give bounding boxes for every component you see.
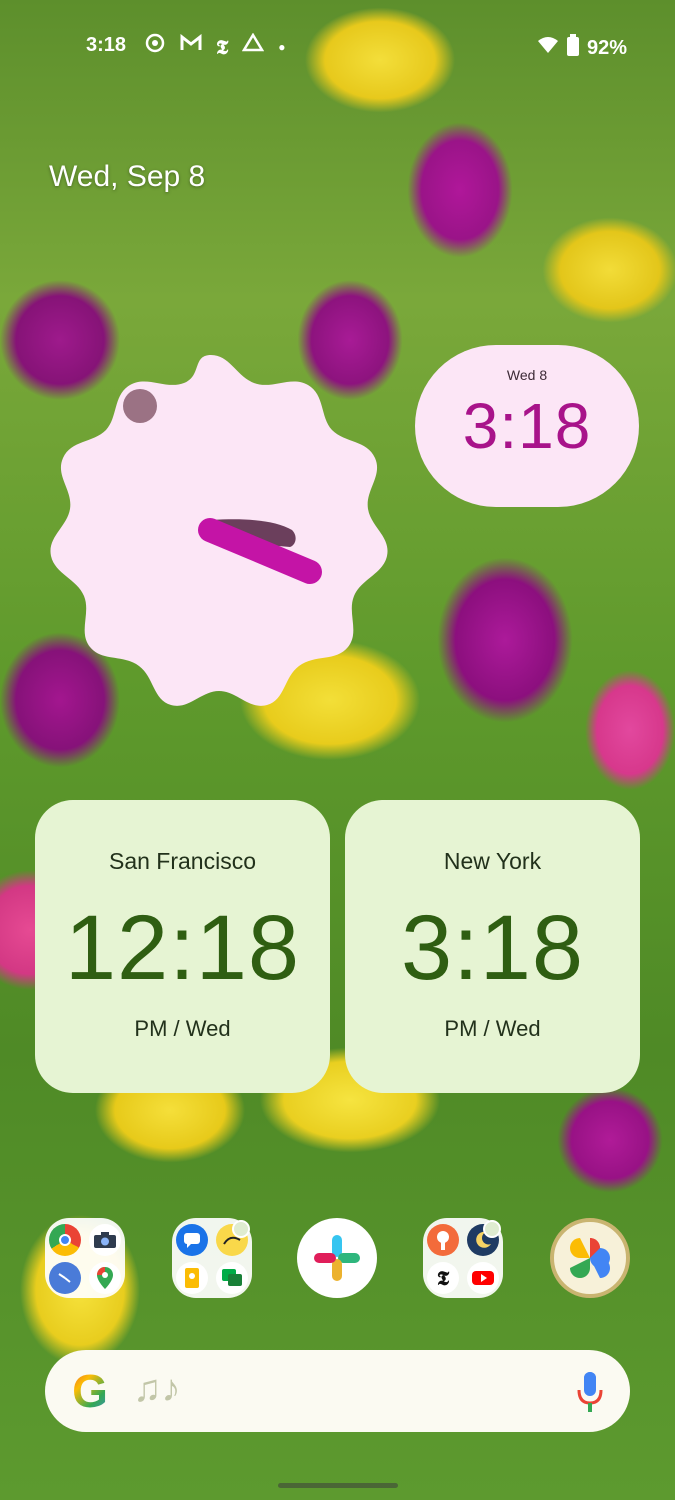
- battery-percent: 92%: [586, 36, 627, 59]
- dot-icon: ●: [278, 39, 286, 54]
- chrome-icon: [49, 1224, 81, 1256]
- gmail-icon: [180, 33, 202, 59]
- digital-clock-widget[interactable]: Wed 8 3:18: [415, 345, 639, 507]
- camera-icon: [89, 1224, 121, 1256]
- home-date[interactable]: Wed, Sep 8: [49, 160, 205, 194]
- wifi-icon: [537, 35, 559, 61]
- app-folder-2[interactable]: [172, 1218, 252, 1298]
- status-time: 3:18: [86, 34, 127, 56]
- photos-icon: [570, 1238, 610, 1278]
- screen-record-icon: [144, 32, 166, 61]
- status-right: 92%: [537, 34, 627, 62]
- maps-icon: [89, 1262, 121, 1294]
- status-bar: 3:18 𝕿 ● 92%: [0, 30, 675, 62]
- slack-app[interactable]: [297, 1218, 377, 1298]
- youtube-icon: [467, 1262, 499, 1294]
- folder-badge-icon: [232, 1220, 250, 1238]
- world-clock-city: San Francisco: [108, 848, 256, 874]
- world-clock-city: New York: [443, 848, 542, 874]
- google-logo-icon[interactable]: G: [65, 1366, 115, 1416]
- analog-clock-widget[interactable]: [30, 350, 392, 712]
- app-folder-3[interactable]: 𝕿: [423, 1218, 503, 1298]
- home-indicator[interactable]: [278, 1483, 398, 1488]
- app-folder-1[interactable]: [45, 1218, 125, 1298]
- world-clock-time: 3:18: [400, 897, 585, 999]
- music-search-icon[interactable]: ♫♪: [133, 1368, 181, 1411]
- podcast-icon: [427, 1224, 459, 1256]
- digital-clock-time: 3:18: [462, 390, 592, 462]
- photos-app[interactable]: [550, 1218, 630, 1298]
- messages-icon: [176, 1224, 208, 1256]
- nyt-icon: 𝕿: [216, 34, 229, 59]
- keep-icon: [176, 1262, 208, 1294]
- world-clock-time: 12:18: [64, 897, 301, 999]
- folder-badge-icon: [483, 1220, 501, 1238]
- notification-icons: 𝕿 ●: [144, 32, 286, 61]
- clock-icon: [49, 1262, 81, 1294]
- chat-icon: [216, 1262, 248, 1294]
- world-clock-san-francisco[interactable]: San Francisco 12:18 PM / Wed: [35, 800, 330, 1093]
- clock-second-dot: [123, 389, 157, 423]
- world-clock-ampm-day: PM / Wed: [444, 1016, 541, 1041]
- mic-icon[interactable]: [576, 1370, 604, 1414]
- battery-icon: [566, 34, 579, 62]
- nyt-icon: 𝕿: [427, 1262, 459, 1294]
- slack-icon: [314, 1235, 360, 1281]
- world-clock-ampm-day: PM / Wed: [134, 1016, 231, 1041]
- digital-clock-date: Wed 8: [506, 367, 548, 383]
- google-search-bar[interactable]: G ♫♪: [45, 1350, 630, 1432]
- world-clock-new-york[interactable]: New York 3:18 PM / Wed: [345, 800, 640, 1093]
- drive-icon: [242, 32, 265, 60]
